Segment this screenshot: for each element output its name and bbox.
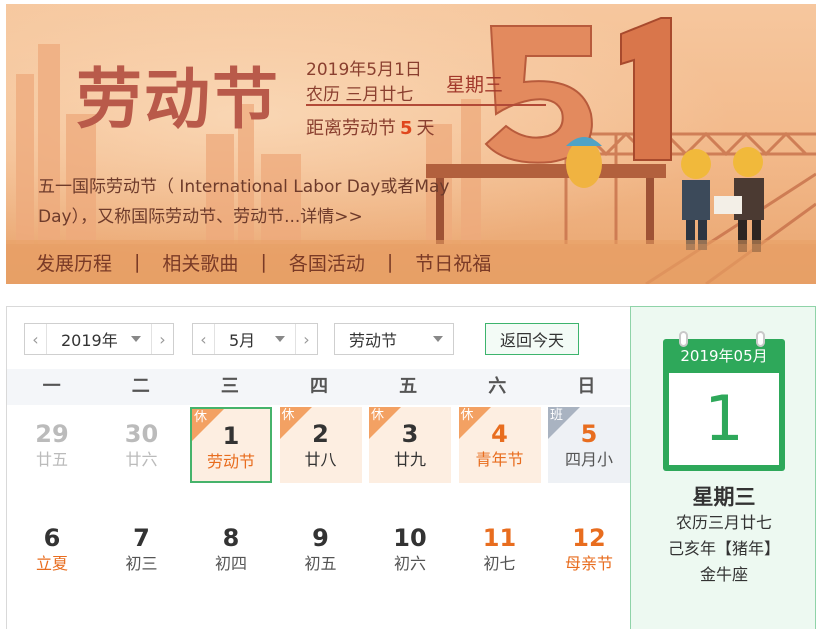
countdown-suffix: 天 — [416, 118, 435, 139]
nav-songs[interactable]: 相关歌曲 — [162, 249, 238, 276]
banner-title: 劳动节 — [76, 60, 280, 138]
prev-month-button[interactable]: ‹ — [193, 324, 215, 354]
chevron-down-icon[interactable] — [131, 336, 141, 342]
calendar-day-cell[interactable]: 6 立夏 — [11, 511, 93, 587]
day-lunar-label: 青年节 — [475, 450, 524, 469]
banner-description[interactable]: 五一国际劳动节（ International Labor Day或者May Da… — [38, 172, 508, 232]
calendar-day-cell[interactable]: 休 3 廿九 — [369, 407, 451, 483]
calendar-day-cell[interactable]: 8 初四 — [190, 511, 272, 587]
day-number: 12 — [572, 524, 606, 552]
day-lunar-label: 初六 — [393, 554, 426, 573]
day-lunar-label: 廿九 — [393, 450, 426, 469]
weekday-sat: 六 — [488, 376, 507, 397]
selected-lunar: 农历三月廿七 — [675, 513, 772, 532]
prev-year-button[interactable]: ‹ — [25, 324, 47, 354]
weekday-tue: 二 — [131, 376, 150, 397]
day-tag-label: 休 — [281, 408, 295, 423]
banner-divider — [306, 104, 546, 106]
holiday-select[interactable]: 劳动节 — [335, 327, 433, 351]
weekday-sun: 日 — [577, 376, 596, 397]
next-year-button[interactable]: › — [151, 324, 173, 354]
day-number: 9 — [312, 524, 329, 552]
day-number: 10 — [393, 524, 427, 552]
day-lunar-label: 母亲节 — [564, 554, 613, 573]
day-number: 29 — [35, 420, 69, 448]
holiday-banner: 劳动节 2019年5月1日 农历 三月廿七 星期三 距离劳动节 5 天 五一国际劳动… — [6, 4, 816, 284]
pad-month: 2019年05月 — [680, 347, 768, 365]
nav-separator: | — [386, 251, 394, 273]
calendar-day-cell[interactable]: 休 2 廿八 — [279, 407, 362, 483]
day-lunar-label: 廿八 — [304, 450, 337, 469]
calendar-day-cell[interactable]: 7 初三 — [101, 511, 183, 587]
banner-weekday: 星期三 — [446, 74, 504, 96]
calendar-day-cell[interactable]: 10 初六 — [369, 511, 451, 587]
day-number: 7 — [133, 524, 150, 552]
calendar-day-cell[interactable]: 班 5 四月小 — [548, 407, 630, 483]
banner-date: 2019年5月1日 — [306, 60, 422, 80]
day-tag-label: 休 — [460, 408, 474, 423]
banner-nav: 发展历程 | 相关歌曲 | 各国活动 | 节日祝福 — [6, 240, 816, 284]
year-select[interactable]: 2019年 — [47, 327, 131, 351]
nav-separator: | — [134, 251, 141, 273]
weekday-thu: 四 — [309, 376, 328, 397]
day-lunar-label: 初三 — [125, 554, 158, 573]
day-lunar-label: 立夏 — [35, 554, 68, 573]
calendar-day-cell[interactable]: 30 廿六 — [101, 407, 183, 483]
selected-weekday: 星期三 — [692, 485, 756, 509]
day-lunar-label: 初四 — [214, 554, 247, 573]
day-lunar-label: 廿六 — [125, 450, 158, 469]
month-selector: ‹ 5月 › — [192, 323, 318, 355]
day-lunar-label: 劳动节 — [206, 452, 255, 471]
calendar-day-cell[interactable]: 11 初七 — [459, 511, 541, 587]
day-tag-label: 班 — [550, 408, 564, 423]
calendar-day-cell[interactable]: 9 初五 — [280, 511, 362, 587]
day-number: 11 — [482, 524, 517, 552]
month-select[interactable]: 5月 — [215, 327, 275, 351]
pad-day-number: 1 — [704, 382, 744, 455]
calendar-pad-icon: 2019年05月 1 — [663, 331, 785, 471]
weekday-wed: 三 — [220, 376, 239, 397]
day-tag-label: 休 — [371, 408, 385, 423]
day-lunar-label: 初五 — [304, 554, 337, 573]
year-selector: ‹ 2019年 › — [24, 323, 174, 355]
day-lunar-label: 廿五 — [35, 450, 68, 469]
calendar-day-cell[interactable]: 休 4 青年节 — [458, 407, 541, 483]
weekday-fri: 五 — [399, 376, 418, 397]
nav-history[interactable]: 发展历程 — [36, 249, 112, 276]
day-number: 6 — [43, 524, 61, 552]
next-month-button[interactable]: › — [295, 324, 317, 354]
calendar-day-cell[interactable]: 休 1 劳动节 — [190, 407, 272, 483]
pad-page: 1 — [669, 373, 779, 465]
weekday-header: 一 二 三 四 五 六 日 — [7, 369, 631, 405]
weekday-mon: 一 — [42, 376, 61, 397]
day-lunar-label: 初七 — [483, 554, 516, 573]
chevron-down-icon[interactable] — [275, 336, 285, 342]
chevron-down-icon[interactable] — [433, 336, 443, 342]
day-number: 30 — [124, 420, 159, 448]
countdown-prefix: 距离劳动节 — [306, 118, 396, 139]
banner-countdown: 距离劳动节 5 天 — [306, 114, 435, 140]
back-to-today-button[interactable]: 返回今天 — [485, 323, 579, 355]
selected-day-panel: 2019年05月 1 星期三 农历三月廿七 己亥年【猪年】 金牛座 — [630, 306, 816, 629]
banner-lunar-date: 农历 三月廿七 — [306, 85, 414, 105]
countdown-days: 5 — [400, 118, 413, 139]
calendar-day-cell[interactable]: 29 廿五 — [11, 407, 93, 483]
selected-ganzhi: 己亥年【猪年】 — [667, 539, 780, 558]
calendar-day-cell[interactable]: 12 母亲节 — [548, 511, 630, 587]
day-number: 8 — [222, 524, 240, 552]
nav-activities[interactable]: 各国活动 — [289, 249, 365, 276]
day-tag-label: 休 — [194, 410, 208, 425]
day-lunar-label: 四月小 — [564, 450, 613, 469]
holiday-selector[interactable]: 劳动节 — [334, 323, 454, 355]
nav-separator: | — [260, 251, 267, 273]
nav-greetings[interactable]: 节日祝福 — [415, 249, 491, 276]
selected-zodiac: 金牛座 — [699, 565, 748, 584]
